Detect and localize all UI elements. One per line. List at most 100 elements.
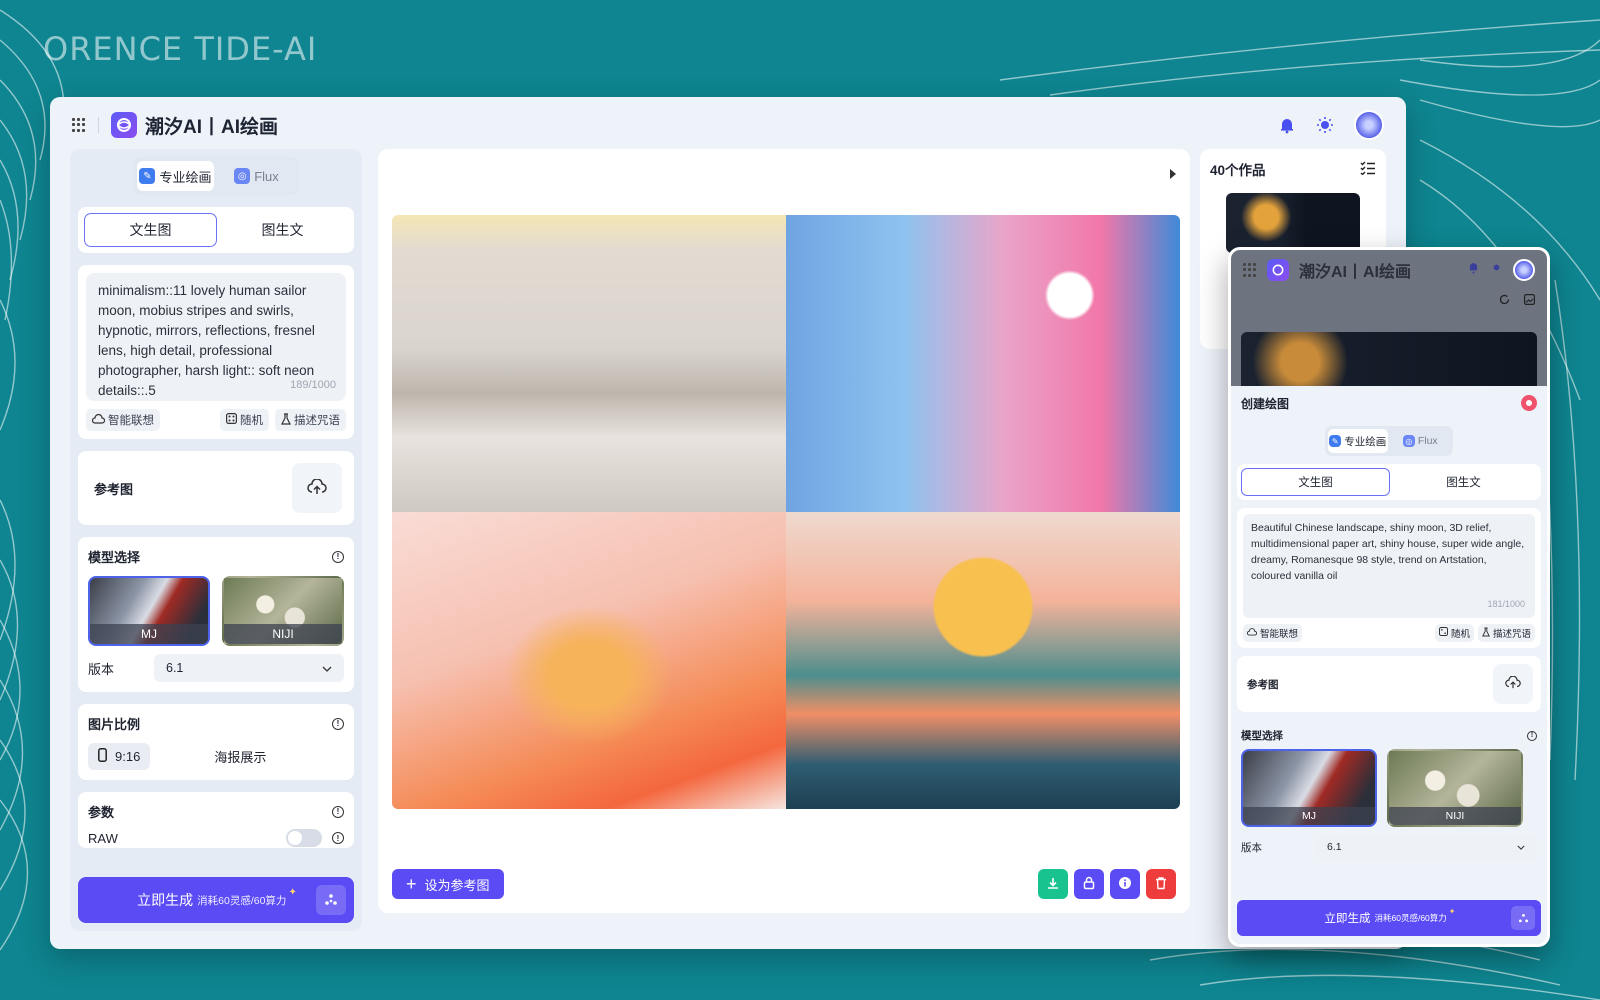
version-row: 版本 6.1 xyxy=(88,654,344,682)
prompt-text: Beautiful Chinese landscape, shiny moon,… xyxy=(1251,522,1525,582)
version-select[interactable]: 6.1 xyxy=(154,654,344,682)
model-option-niji[interactable]: NIJI xyxy=(222,576,344,646)
user-avatar[interactable] xyxy=(1354,110,1384,140)
model-option-niji[interactable]: NIJI xyxy=(1387,749,1523,827)
tab-flux[interactable]: ◎ Flux xyxy=(218,161,295,191)
refresh-icon[interactable] xyxy=(1499,292,1510,310)
mobile-prompt-input[interactable]: Beautiful Chinese landscape, shiny moon,… xyxy=(1243,514,1535,618)
ratio-option-9-16[interactable]: 9:16 xyxy=(88,743,151,770)
info-circle-icon xyxy=(1118,876,1132,893)
ratio-option-poster[interactable]: 海报展示 xyxy=(214,747,266,766)
cloud-upload-icon xyxy=(1505,675,1521,692)
expand-arrow-icon[interactable] xyxy=(1168,167,1178,185)
bell-icon[interactable] xyxy=(1467,261,1480,279)
works-count: 40个作品 xyxy=(1210,163,1266,178)
prompt-tools: 智能联想 随机 描述咒语 xyxy=(86,409,346,431)
generate-button[interactable]: 立即生成 消耗60灵感/60算力 ✦ xyxy=(78,877,354,923)
random-button[interactable]: 随机 xyxy=(220,409,269,431)
app-title: 潮汐AI丨AI绘画 xyxy=(145,116,279,138)
cloud-upload-icon xyxy=(307,477,327,498)
brand-watermark: ORENCE TIDE-AI xyxy=(43,30,318,68)
describe-prompt-button[interactable]: 描述咒语 xyxy=(1477,624,1535,642)
mobile-generation-type-tabs: 文生图 图生文 xyxy=(1237,464,1541,500)
ratio-section-title: 图片比例 xyxy=(88,717,141,732)
apps-grid-icon[interactable] xyxy=(72,118,86,132)
main-window: 潮汐AI丨AI绘画 ✎ 专业绘画 ◎ Flux 文生图 图生文 minimali… xyxy=(50,97,1406,949)
params-card: 参数 ! RAW ! xyxy=(78,792,354,848)
user-avatar[interactable] xyxy=(1513,259,1535,281)
tab-label: 专业绘画 xyxy=(159,169,212,185)
checklist-icon[interactable] xyxy=(1360,161,1376,178)
bell-icon[interactable] xyxy=(1278,116,1296,134)
prompt-text: minimalism::11 lovely human sailor moon,… xyxy=(98,283,315,398)
tab-image-to-text[interactable]: 图生文 xyxy=(1390,468,1537,496)
tab-pro-painting[interactable]: ✎ 专业绘画 xyxy=(1328,429,1388,453)
mobile-work-thumbnail[interactable] xyxy=(1241,332,1537,392)
sun-icon[interactable] xyxy=(1316,116,1334,134)
top-right-controls xyxy=(1278,110,1384,140)
mode-switch: ✎ 专业绘画 ◎ Flux xyxy=(133,157,299,195)
upload-reference-button[interactable] xyxy=(292,463,342,513)
image-icon[interactable] xyxy=(1524,292,1536,310)
dice-icon[interactable] xyxy=(316,885,346,915)
generated-image-4[interactable] xyxy=(786,512,1180,809)
generated-image-3[interactable] xyxy=(392,512,786,809)
model-option-mj[interactable]: MJ xyxy=(1241,749,1377,827)
dice-icon[interactable] xyxy=(1511,906,1535,930)
mobile-prompt-tools: 智能联想 随机 描述咒语 xyxy=(1243,624,1535,642)
info-icon[interactable]: ! xyxy=(332,832,344,844)
generate-label: 立即生成 xyxy=(1324,913,1371,925)
mobile-generate-button[interactable]: 立即生成 消耗60灵感/60算力 ✦ xyxy=(1237,900,1541,936)
model-options: MJ NIJI xyxy=(88,576,344,646)
tab-label: 专业绘画 xyxy=(1344,435,1387,448)
describe-prompt-button[interactable]: 描述咒语 xyxy=(275,409,346,431)
ratio-section-header: 图片比例 ! xyxy=(88,714,344,733)
upload-reference-button[interactable] xyxy=(1493,664,1533,704)
paint-icon: ✎ xyxy=(1329,435,1342,447)
raw-label: RAW xyxy=(88,830,118,846)
tab-pro-painting[interactable]: ✎ 专业绘画 xyxy=(137,161,214,191)
set-as-reference-label: 设为参考图 xyxy=(424,877,490,893)
reference-label: 参考图 xyxy=(94,481,134,497)
version-select[interactable]: 6.1 xyxy=(1315,835,1537,859)
delete-button[interactable] xyxy=(1146,869,1176,899)
lock-button[interactable] xyxy=(1074,869,1104,899)
dice-icon xyxy=(226,413,238,427)
generate-cost: 消耗60灵感/60算力 xyxy=(1374,913,1447,923)
close-icon[interactable] xyxy=(1521,395,1537,411)
tab-text-to-image[interactable]: 文生图 xyxy=(84,213,217,247)
model-select-card: 模型选择 ! MJ NIJI 版本 6.1 xyxy=(78,537,354,692)
info-button[interactable] xyxy=(1110,869,1140,899)
smart-suggest-button[interactable]: 智能联想 xyxy=(1243,624,1303,642)
mobile-mode-switch: ✎ 专业绘画 ◎ Flux xyxy=(1325,426,1453,456)
app-logo-icon xyxy=(111,112,137,138)
generated-image-1[interactable] xyxy=(392,215,786,512)
prompt-input[interactable]: minimalism::11 lovely human sailor moon,… xyxy=(86,273,346,401)
apps-grid-icon[interactable] xyxy=(1243,263,1257,277)
info-icon[interactable]: ! xyxy=(332,805,344,818)
info-icon[interactable]: ! xyxy=(332,717,344,730)
model-option-mj[interactable]: MJ xyxy=(88,576,210,646)
lock-icon xyxy=(1082,876,1096,893)
tab-image-to-text[interactable]: 图生文 xyxy=(217,213,348,247)
tab-text-to-image[interactable]: 文生图 xyxy=(1241,468,1390,496)
model-section-title: 模型选择 xyxy=(1241,730,1283,742)
version-row: 版本 6.1 xyxy=(1241,835,1537,859)
version-label: 版本 xyxy=(88,661,115,677)
generated-image-2[interactable] xyxy=(786,215,1180,512)
reference-image-card: 参考图 xyxy=(78,451,354,525)
smart-suggest-button[interactable]: 智能联想 xyxy=(86,409,160,431)
sun-icon[interactable] xyxy=(1490,261,1503,279)
random-button[interactable]: 随机 xyxy=(1434,624,1474,642)
download-button[interactable] xyxy=(1038,869,1068,899)
smart-suggest-label: 智能联想 xyxy=(108,415,154,427)
tab-flux[interactable]: ◎ Flux xyxy=(1391,429,1451,453)
work-thumbnail[interactable] xyxy=(1226,193,1360,253)
set-as-reference-button[interactable]: + 设为参考图 xyxy=(392,869,504,899)
raw-toggle[interactable] xyxy=(286,829,322,847)
flask-icon xyxy=(281,412,291,428)
info-icon[interactable]: ! xyxy=(332,550,344,563)
mobile-reference-card: 参考图 xyxy=(1237,656,1541,712)
info-icon[interactable]: ! xyxy=(1527,730,1537,741)
ratio-value: 9:16 xyxy=(115,749,141,764)
